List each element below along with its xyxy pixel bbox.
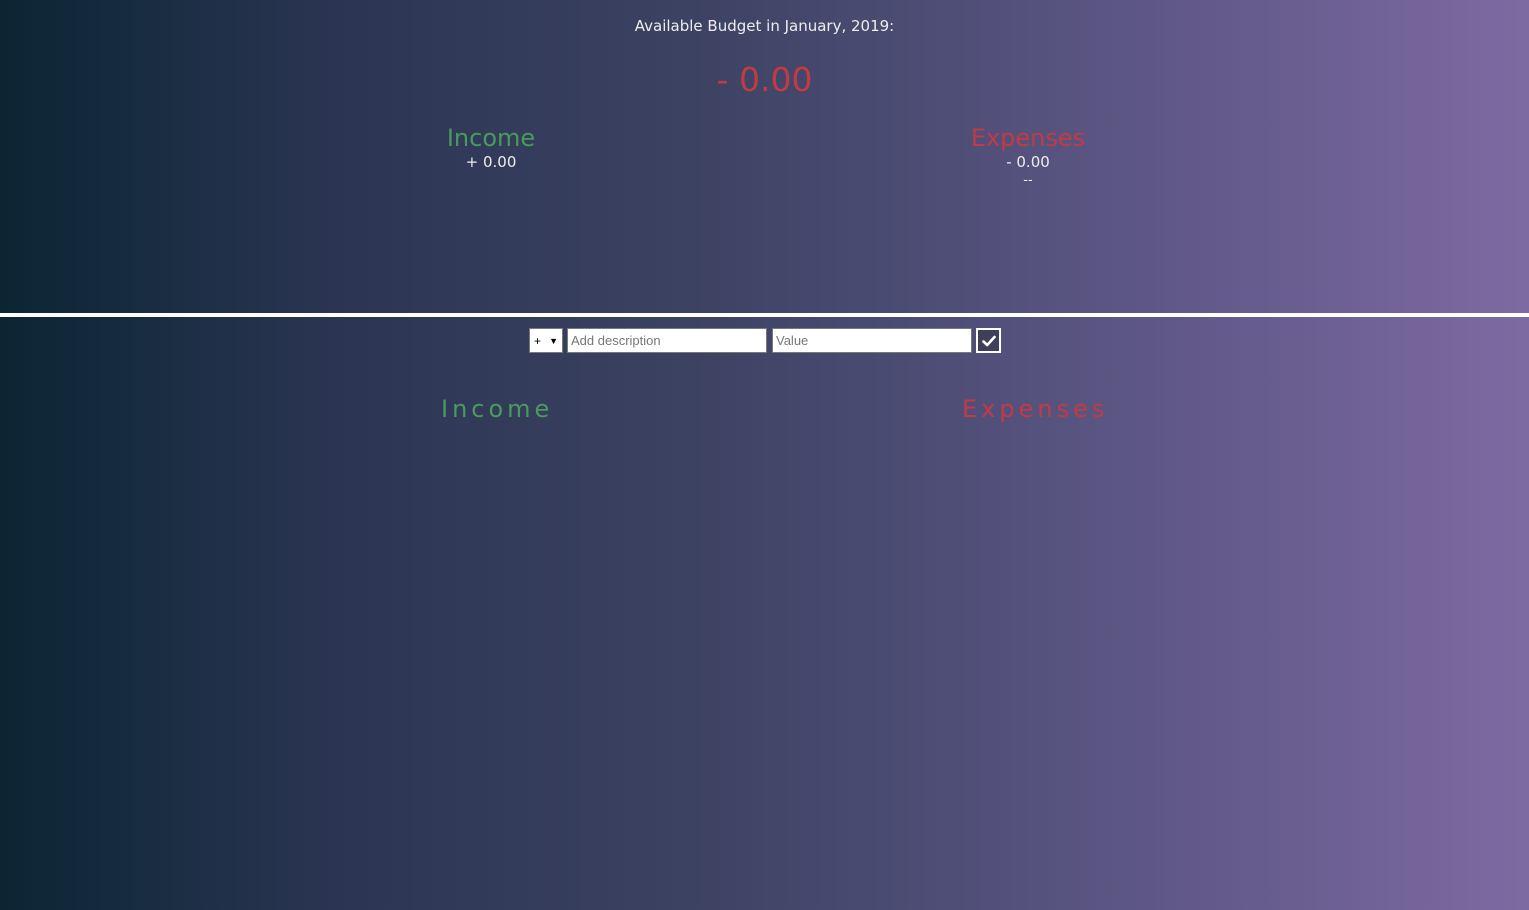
expenses-percentage: -- (1023, 173, 1033, 188)
value-placeholder: Value (776, 333, 809, 348)
description-placeholder: Add description (571, 333, 661, 348)
available-budget-value: - 0.00 (716, 60, 813, 99)
checkmark-icon (981, 335, 996, 346)
type-select[interactable]: + ▼ (529, 328, 563, 353)
expenses-summary-label: Expenses (970, 124, 1086, 152)
budget-title: Available Budget in January, 2019: (634, 17, 895, 35)
add-item-form: + ▼ Add description Value (529, 328, 1001, 353)
section-divider (0, 313, 1529, 317)
income-summary-value: + 0.00 (465, 153, 517, 171)
income-summary: Income + 0.00 (361, 124, 621, 172)
description-input[interactable]: Add description (567, 328, 767, 353)
dropdown-arrow-icon: ▼ (549, 335, 558, 346)
income-summary-label: Income (446, 124, 536, 152)
income-list-title: Income (441, 395, 554, 423)
expenses-summary: Expenses - 0.00 -- (898, 124, 1158, 190)
add-item-button[interactable] (976, 328, 1001, 353)
budget-header: Available Budget in January, 2019: - 0.0… (0, 0, 1529, 313)
type-select-value: + (534, 333, 542, 348)
expenses-summary-value: - 0.00 (1006, 153, 1050, 171)
value-input[interactable]: Value (772, 328, 972, 353)
expenses-list-title: Expenses (962, 395, 1109, 423)
